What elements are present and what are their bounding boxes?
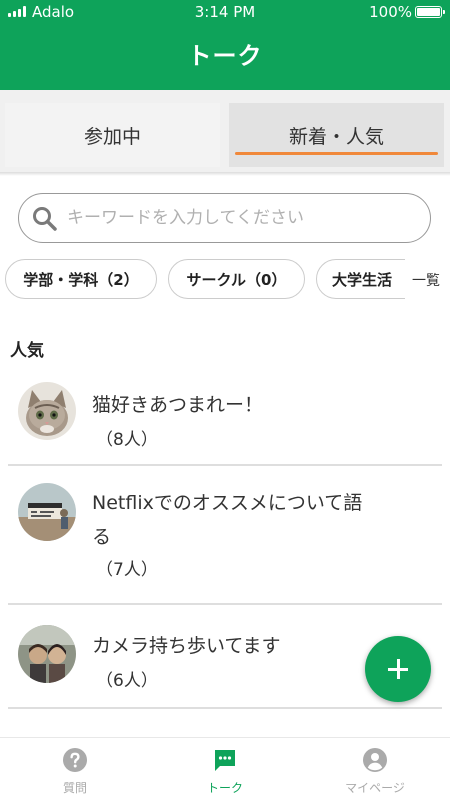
chip-department[interactable]: 学部・学科（2） bbox=[5, 259, 157, 299]
category-chips: 学部・学科（2） サークル（0） 大学生活 bbox=[0, 258, 405, 300]
tab-active-indicator bbox=[235, 152, 438, 155]
tab-bar-shadow bbox=[0, 172, 450, 176]
bottom-nav: 質問 トーク マイページ bbox=[0, 737, 450, 800]
tab-new-popular-label: 新着・人気 bbox=[288, 125, 384, 148]
avatar bbox=[18, 625, 76, 683]
chat-bubble-icon bbox=[215, 750, 235, 771]
tab-joined-label: 参加中 bbox=[83, 125, 141, 148]
chip-circle[interactable]: サークル（0） bbox=[168, 259, 305, 299]
battery-percent: 100% bbox=[369, 3, 412, 21]
question-circle-icon bbox=[63, 748, 87, 772]
avatar bbox=[18, 382, 76, 440]
nav-talk-label: トーク bbox=[206, 781, 243, 795]
nav-questions-label: 質問 bbox=[62, 781, 87, 795]
nav-mypage-label: マイページ bbox=[345, 781, 405, 795]
account-circle-icon bbox=[363, 748, 387, 772]
chip-campus-life[interactable]: 大学生活 bbox=[316, 259, 405, 299]
page-title: トーク bbox=[187, 42, 263, 70]
avatar bbox=[18, 483, 76, 541]
nav-questions[interactable]: 質問 bbox=[0, 738, 150, 800]
tab-new-popular[interactable]: 新着・人気 bbox=[229, 103, 444, 167]
tab-joined[interactable]: 参加中 bbox=[5, 103, 220, 167]
add-talk-button[interactable] bbox=[365, 636, 431, 702]
tab-bar: 参加中 新着・人気 bbox=[0, 90, 450, 172]
see-all-link[interactable]: 一覧 bbox=[412, 270, 440, 290]
battery-icon bbox=[415, 6, 445, 18]
search-input[interactable] bbox=[67, 194, 417, 241]
list-item[interactable]: Netflixでのオススメについて語る （7人） bbox=[8, 466, 442, 605]
search-bar[interactable] bbox=[18, 193, 431, 243]
list-item[interactable]: 猫好きあつまれー！ （8人） bbox=[8, 372, 442, 466]
room-name: Netflixでのオススメについて語る bbox=[92, 492, 363, 548]
section-title-popular: 人気 bbox=[10, 341, 44, 361]
room-member-count: （7人） bbox=[96, 560, 158, 580]
app-header: Adalo 3:14 PM 100% トーク bbox=[0, 0, 450, 90]
room-member-count: （6人） bbox=[96, 671, 158, 691]
nav-talk[interactable]: トーク bbox=[150, 738, 300, 800]
room-name: 猫好きあつまれー！ bbox=[92, 394, 264, 416]
divider bbox=[8, 707, 442, 709]
search-icon bbox=[33, 207, 57, 231]
nav-mypage[interactable]: マイページ bbox=[300, 738, 450, 800]
room-name: カメラ持ち歩いてます bbox=[92, 635, 281, 657]
room-member-count: （8人） bbox=[96, 430, 158, 450]
status-bar: Adalo 3:14 PM 100% bbox=[0, 0, 450, 24]
